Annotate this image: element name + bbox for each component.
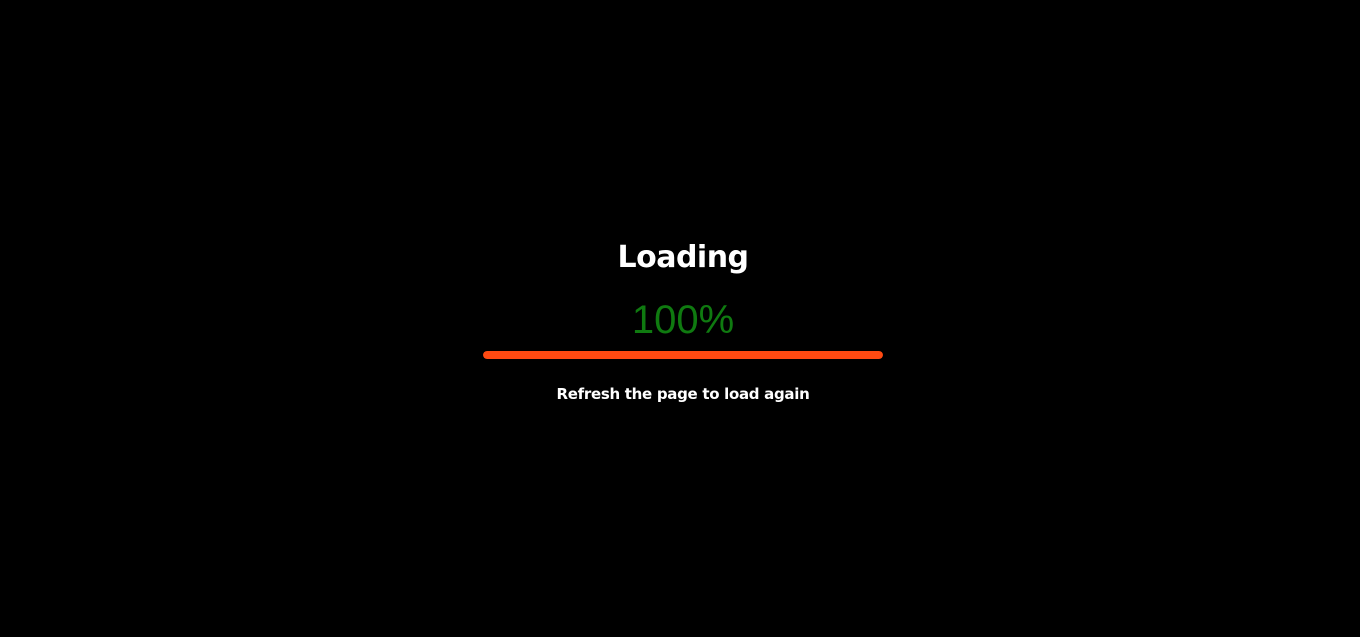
loading-screen: Loading 100% Refresh the page to load ag…	[0, 0, 1360, 637]
progress-bar	[483, 351, 883, 359]
progress-bar-fill	[483, 351, 883, 359]
loading-title: Loading	[617, 240, 749, 275]
refresh-hint-text: Refresh the page to load again	[556, 385, 810, 403]
loading-percentage: 100%	[631, 298, 735, 342]
